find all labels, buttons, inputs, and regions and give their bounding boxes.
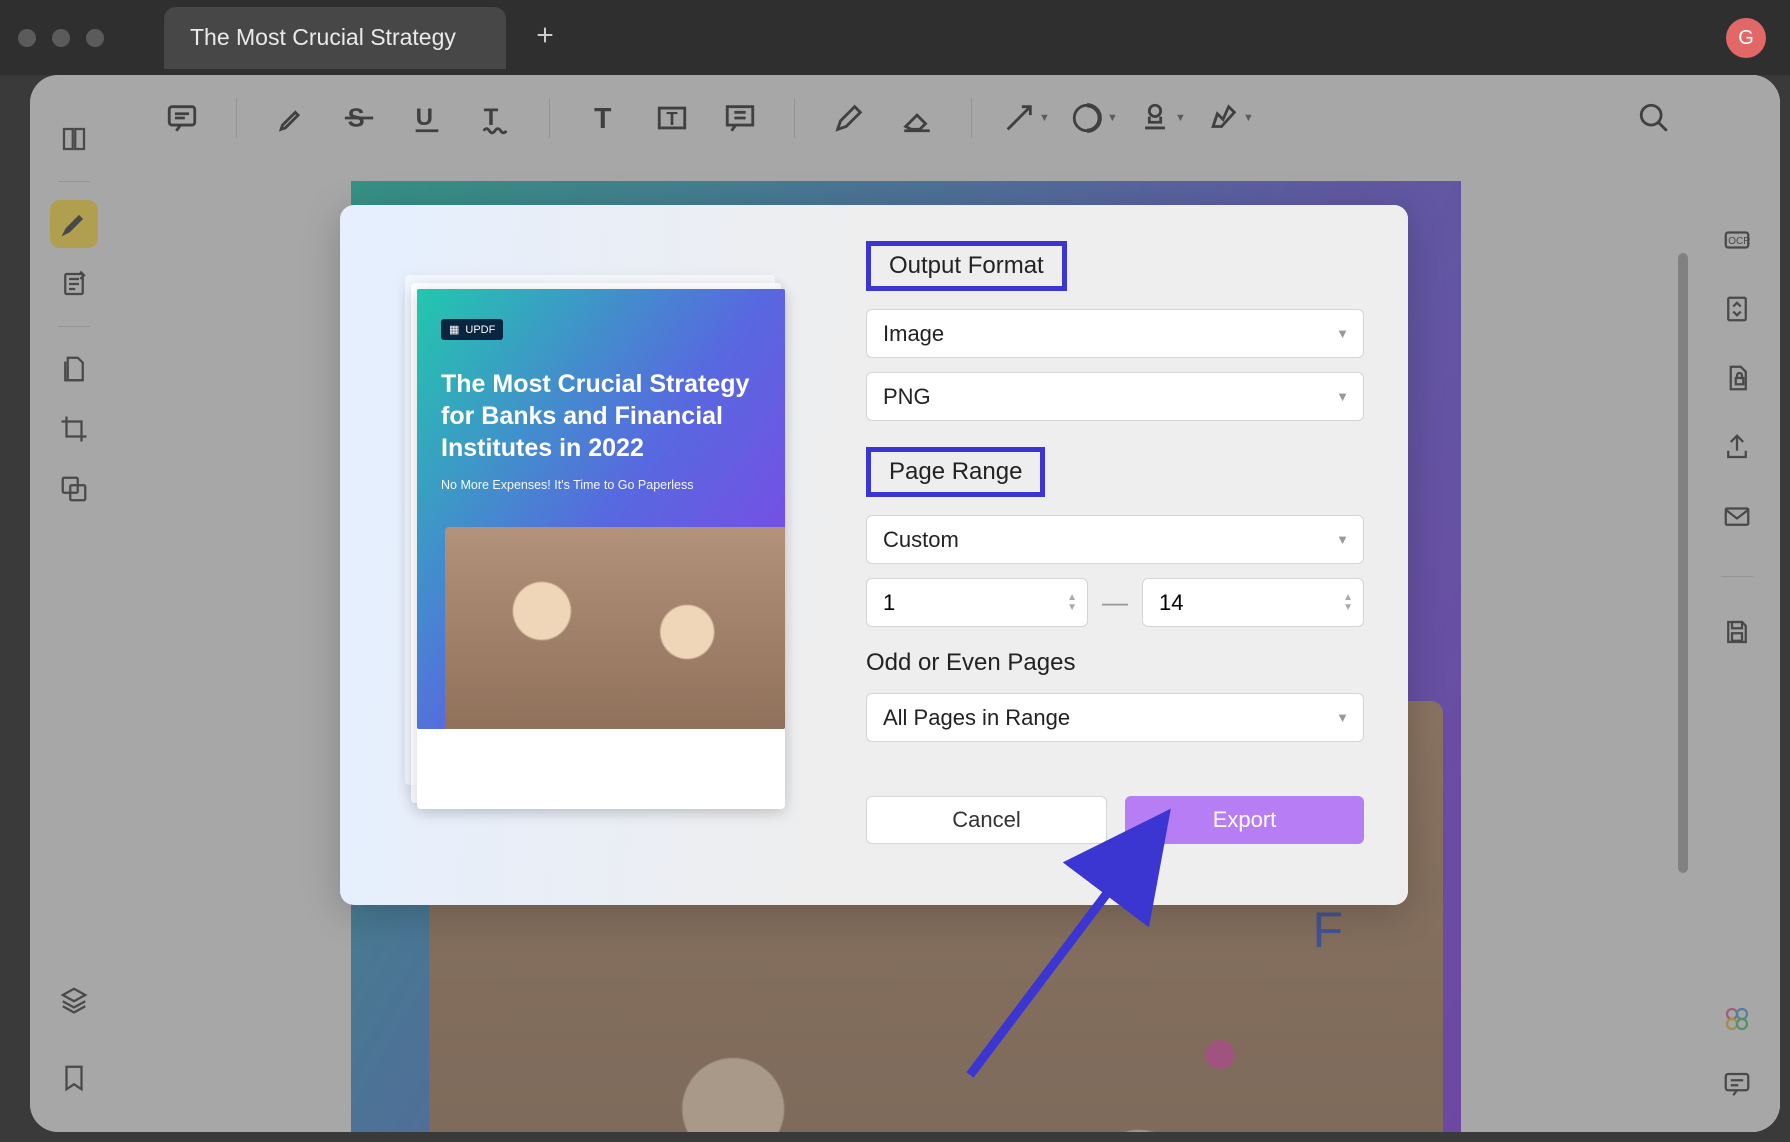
separator: [1721, 576, 1753, 577]
signature-icon[interactable]: ▼: [1206, 94, 1254, 142]
svg-text:U: U: [416, 104, 433, 131]
range-dash: —: [1102, 587, 1128, 618]
separator: [971, 98, 972, 138]
output-type-select[interactable]: Image ▼: [866, 309, 1364, 358]
page-range-label: Page Range: [866, 447, 1045, 497]
tab-title: The Most Crucial Strategy: [190, 24, 456, 51]
highlighter-tool[interactable]: [50, 200, 98, 248]
svg-text:T: T: [594, 103, 611, 135]
separator: [58, 326, 90, 327]
protect-icon[interactable]: [1722, 363, 1752, 398]
stamp-icon[interactable]: ▼: [1138, 94, 1186, 142]
pages-tool[interactable]: [50, 345, 98, 393]
strikethrough-icon[interactable]: S: [335, 94, 383, 142]
range-to-value: 14: [1159, 590, 1183, 616]
preview-subtitle: No More Expenses! It's Time to Go Paperl…: [441, 478, 761, 492]
export-dialog: ▦ UPDF The Most Crucial Strategy for Ban…: [340, 205, 1408, 905]
cancel-button[interactable]: Cancel: [866, 796, 1107, 844]
app-window: S U T T T ▼ ▼ ▼ ▼ F: [30, 75, 1780, 1132]
convert-icon[interactable]: [1722, 294, 1752, 329]
ocr-icon[interactable]: OCR: [1722, 225, 1752, 260]
annotation-toolbar: S U T T T ▼ ▼ ▼ ▼: [118, 75, 1694, 161]
scrollbar[interactable]: [1678, 253, 1690, 1122]
output-type-value: Image: [883, 321, 944, 347]
preview-photo: [445, 527, 785, 729]
arrow-icon[interactable]: ▼: [1002, 94, 1050, 142]
output-ext-select[interactable]: PNG ▼: [866, 372, 1364, 421]
scroll-thumb[interactable]: [1678, 253, 1688, 873]
minimize-window-icon[interactable]: [52, 29, 70, 47]
chevron-down-icon: ▼: [1336, 326, 1349, 341]
odd-even-value: All Pages in Range: [883, 705, 1070, 731]
svg-text:T: T: [666, 108, 678, 129]
share-icon[interactable]: [1722, 432, 1752, 467]
export-preview: ▦ UPDF The Most Crucial Strategy for Ban…: [340, 205, 840, 905]
separator: [58, 181, 90, 182]
preview-title: The Most Crucial Strategy for Banks and …: [441, 368, 761, 464]
chat-icon[interactable]: [1722, 1069, 1752, 1104]
chevron-down-icon: ▼: [1336, 710, 1349, 725]
export-button[interactable]: Export: [1125, 796, 1364, 844]
svg-text:OCR: OCR: [1728, 236, 1750, 247]
tab-bar: The Most Crucial Strategy: [164, 0, 556, 75]
save-icon[interactable]: [1722, 617, 1752, 652]
sidebar-right: OCR: [1694, 75, 1780, 1132]
flower-icon[interactable]: [1722, 1004, 1752, 1039]
text-icon[interactable]: T: [580, 94, 628, 142]
underline-icon[interactable]: U: [403, 94, 451, 142]
chevron-down-icon: ▼: [1336, 389, 1349, 404]
callout-icon[interactable]: [716, 94, 764, 142]
separator: [236, 98, 237, 138]
preview-logo: ▦ UPDF: [441, 319, 503, 340]
comment-icon[interactable]: [158, 94, 206, 142]
avatar[interactable]: G: [1726, 18, 1766, 58]
crop-tool[interactable]: [50, 405, 98, 453]
marker-icon[interactable]: [267, 94, 315, 142]
output-ext-value: PNG: [883, 384, 931, 410]
odd-even-select[interactable]: All Pages in Range ▼: [866, 693, 1364, 742]
stepper-icon[interactable]: ▲▼: [1067, 585, 1077, 620]
range-mode-value: Custom: [883, 527, 959, 553]
tab-document[interactable]: The Most Crucial Strategy: [164, 7, 506, 69]
range-from-input[interactable]: 1 ▲▼: [866, 578, 1088, 627]
stepper-icon[interactable]: ▲▼: [1343, 585, 1353, 620]
odd-even-label: Odd or Even Pages: [866, 649, 1364, 677]
avatar-initial: G: [1738, 27, 1754, 50]
export-form: Output Format Image ▼ PNG ▼ Page Range C…: [840, 205, 1408, 905]
maximize-window-icon[interactable]: [86, 29, 104, 47]
sidebar-left: [30, 75, 118, 1132]
layers-tool[interactable]: [50, 976, 98, 1024]
bookmark-tool[interactable]: [50, 1054, 98, 1102]
textbox-icon[interactable]: T: [648, 94, 696, 142]
range-mode-select[interactable]: Custom ▼: [866, 515, 1364, 564]
page-side-letter: F: [1312, 901, 1343, 959]
range-from-value: 1: [883, 590, 895, 616]
notes-tool[interactable]: [50, 260, 98, 308]
email-icon[interactable]: [1722, 501, 1752, 536]
pencil-icon[interactable]: [825, 94, 873, 142]
svg-text:T: T: [484, 104, 499, 131]
squiggly-icon[interactable]: T: [471, 94, 519, 142]
range-to-input[interactable]: 14 ▲▼: [1142, 578, 1364, 627]
close-window-icon[interactable]: [18, 29, 36, 47]
titlebar: The Most Crucial Strategy G: [0, 0, 1790, 75]
eraser-icon[interactable]: [893, 94, 941, 142]
new-tab-button[interactable]: [534, 22, 556, 53]
search-icon[interactable]: [1630, 94, 1678, 142]
compare-tool[interactable]: [50, 465, 98, 513]
shape-icon[interactable]: ▼: [1070, 94, 1118, 142]
reader-tool[interactable]: [50, 115, 98, 163]
chevron-down-icon: ▼: [1336, 532, 1349, 547]
separator: [794, 98, 795, 138]
window-controls: [18, 29, 104, 47]
output-format-label: Output Format: [866, 241, 1067, 291]
separator: [549, 98, 550, 138]
